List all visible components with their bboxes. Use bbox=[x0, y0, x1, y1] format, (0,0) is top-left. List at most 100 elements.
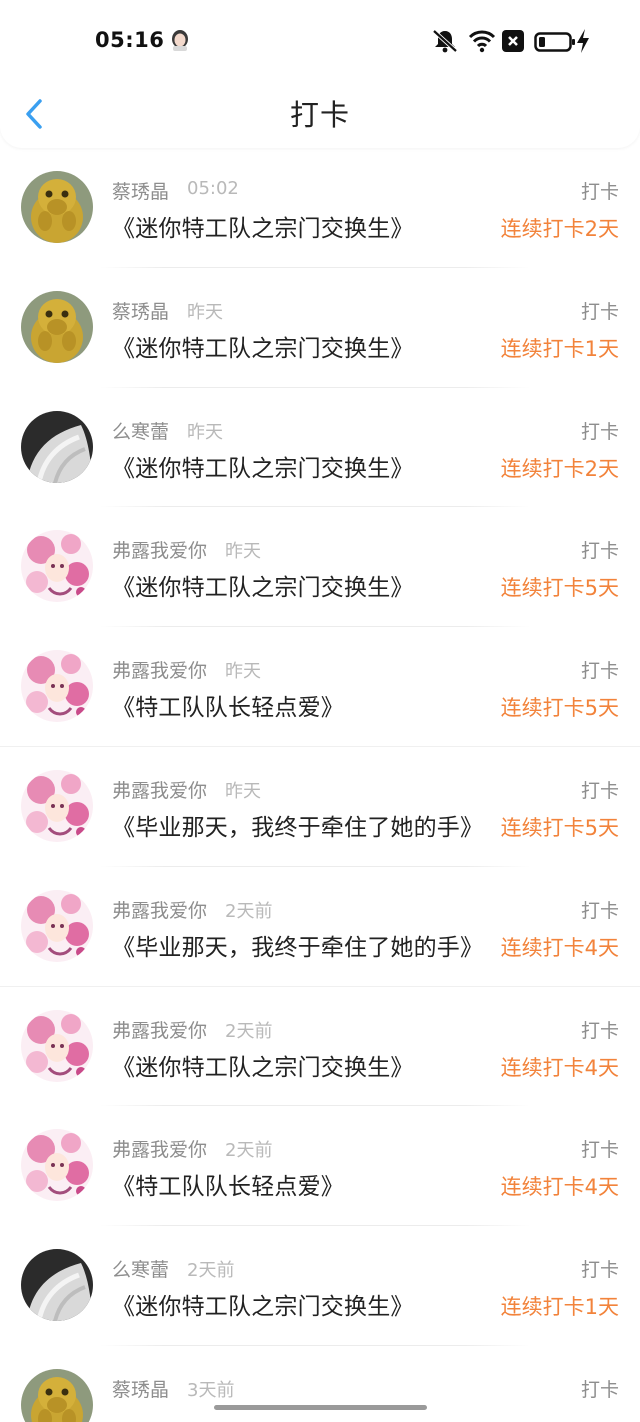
avatar[interactable] bbox=[21, 769, 93, 842]
action-label: 打卡 bbox=[580, 1139, 619, 1162]
book-title[interactable]: 《迷你特工队之宗门交换生》 bbox=[112, 568, 414, 602]
book-title[interactable]: 《特工队队长轻点爱》 bbox=[112, 688, 344, 722]
action-label: 打卡 bbox=[580, 1259, 619, 1282]
timestamp: 2天前 bbox=[225, 900, 273, 922]
avatar[interactable] bbox=[21, 1129, 93, 1202]
avatar[interactable] bbox=[21, 650, 93, 723]
checkin-row[interactable]: 蔡琇晶 05:02 《迷你特工队之宗门交换生》 打卡 连续打卡2天 bbox=[0, 148, 640, 268]
book-title[interactable]: 《迷你特工队之宗门交换生》 bbox=[112, 1287, 414, 1321]
action-label: 打卡 bbox=[580, 1019, 619, 1042]
status-time: 05:16 bbox=[95, 28, 165, 52]
username[interactable]: 弗露我爱你 bbox=[112, 656, 207, 683]
book-title[interactable]: 《迷你特工队之宗门交换生》 bbox=[112, 329, 414, 363]
checkin-row[interactable]: 么寒蕾 2天前 《迷你特工队之宗门交换生》 打卡 连续打卡1天 bbox=[0, 1226, 640, 1346]
avatar-image bbox=[21, 171, 93, 243]
timestamp: 2天前 bbox=[187, 1260, 235, 1282]
action-label: 打卡 bbox=[580, 181, 619, 203]
status-bar: 05:16 bbox=[0, 0, 640, 82]
streak-badge: 连续打卡4天 bbox=[500, 1055, 619, 1080]
timestamp: 昨天 bbox=[225, 541, 262, 563]
action-label: 打卡 bbox=[580, 300, 619, 323]
battery-icon bbox=[534, 32, 576, 56]
avatar-image bbox=[21, 889, 93, 962]
timestamp: 昨天 bbox=[187, 421, 224, 443]
charging-icon bbox=[576, 29, 590, 57]
page-title: 打卡 bbox=[289, 98, 350, 132]
book-title[interactable]: 《迷你特工队之宗门交换生》 bbox=[112, 209, 414, 243]
avatar[interactable] bbox=[21, 1249, 93, 1322]
wifi-icon bbox=[468, 28, 496, 58]
username[interactable]: 么寒蕾 bbox=[112, 417, 169, 444]
timestamp: 昨天 bbox=[225, 780, 262, 802]
username[interactable]: 蔡琇晶 bbox=[112, 1375, 169, 1402]
checkin-page: 05:16 打卡 蔡琇晶 05:02 《迷你特工队之宗门交换生》 打卡 连续打卡… bbox=[0, 0, 640, 1422]
streak-badge: 连续打卡4天 bbox=[500, 935, 619, 960]
streak-badge: 连续打卡4天 bbox=[500, 1175, 619, 1200]
timestamp: 2天前 bbox=[225, 1020, 273, 1042]
checkin-row[interactable]: 蔡琇晶 昨天 《迷你特工队之宗门交换生》 打卡 连续打卡1天 bbox=[0, 268, 640, 388]
avatar-image bbox=[21, 290, 93, 363]
action-label: 打卡 bbox=[580, 420, 619, 443]
timestamp: 3天前 bbox=[187, 1379, 235, 1401]
streak-badge: 连续打卡5天 bbox=[500, 696, 619, 721]
username[interactable]: 弗露我爱你 bbox=[112, 1135, 207, 1162]
checkin-row[interactable]: 弗露我爱你 昨天 《特工队队长轻点爱》 打卡 连续打卡5天 bbox=[0, 627, 640, 747]
home-indicator[interactable] bbox=[214, 1405, 427, 1410]
streak-badge: 连续打卡5天 bbox=[500, 815, 619, 840]
avatar[interactable] bbox=[21, 530, 93, 603]
checkin-list: 蔡琇晶 05:02 《迷你特工队之宗门交换生》 打卡 连续打卡2天 蔡琇晶 昨天… bbox=[0, 148, 640, 1422]
checkin-row[interactable]: 弗露我爱你 昨天 《迷你特工队之宗门交换生》 打卡 连续打卡5天 bbox=[0, 507, 640, 628]
checkin-row[interactable]: 弗露我爱你 2天前 《特工队队长轻点爱》 打卡 连续打卡4天 bbox=[0, 1106, 640, 1227]
book-title[interactable]: 《特工队队长轻点爱》 bbox=[112, 1167, 344, 1201]
username[interactable]: 弗露我爱你 bbox=[112, 536, 207, 563]
streak-badge: 连续打卡2天 bbox=[500, 456, 619, 481]
username[interactable]: 蔡琇晶 bbox=[112, 177, 169, 204]
username[interactable]: 么寒蕾 bbox=[112, 1255, 169, 1282]
action-label: 打卡 bbox=[580, 899, 619, 922]
avatar[interactable] bbox=[21, 1009, 93, 1082]
avatar[interactable] bbox=[21, 410, 93, 483]
username[interactable]: 弗露我爱你 bbox=[112, 1016, 207, 1043]
checkin-row[interactable]: 弗露我爱你 昨天 《毕业那天，我终于牵住了她的手》 打卡 连续打卡5天 bbox=[0, 747, 640, 867]
avatar-icon bbox=[170, 29, 190, 51]
book-title[interactable]: 《迷你特工队之宗门交换生》 bbox=[112, 1048, 414, 1082]
book-title[interactable]: 《毕业那天，我终于牵住了她的手》 bbox=[112, 808, 483, 842]
action-label: 打卡 bbox=[580, 1378, 619, 1401]
username[interactable]: 弗露我爱你 bbox=[112, 896, 207, 923]
checkin-row[interactable]: 么寒蕾 昨天 《迷你特工队之宗门交换生》 打卡 连续打卡2天 bbox=[0, 388, 640, 508]
action-label: 打卡 bbox=[580, 779, 619, 802]
action-label: 打卡 bbox=[580, 660, 619, 683]
avatar[interactable] bbox=[21, 290, 93, 363]
avatar-image bbox=[21, 769, 93, 842]
book-title[interactable]: 《毕业那天，我终于牵住了她的手》 bbox=[112, 928, 483, 962]
timestamp: 2天前 bbox=[225, 1140, 273, 1162]
streak-badge: 连续打卡2天 bbox=[500, 217, 619, 241]
streak-badge: 连续打卡1天 bbox=[500, 1295, 619, 1320]
close-box-icon bbox=[502, 30, 524, 56]
avatar-image bbox=[21, 530, 93, 603]
avatar[interactable] bbox=[21, 171, 93, 243]
streak-badge: 连续打卡5天 bbox=[500, 576, 619, 601]
avatar[interactable] bbox=[21, 1368, 93, 1422]
timestamp: 05:02 bbox=[187, 178, 239, 199]
book-title[interactable]: 《迷你特工队之宗门交换生》 bbox=[112, 449, 414, 483]
timestamp: 昨天 bbox=[187, 301, 224, 323]
checkin-row[interactable]: 蔡琇晶 3天前 打卡 bbox=[0, 1346, 640, 1422]
nav-bar: 打卡 bbox=[0, 82, 640, 144]
avatar-image bbox=[21, 1129, 93, 1202]
username[interactable]: 弗露我爱你 bbox=[112, 776, 207, 803]
streak-badge: 连续打卡1天 bbox=[500, 336, 619, 361]
avatar-image bbox=[21, 650, 93, 723]
avatar-image bbox=[21, 410, 93, 483]
username[interactable]: 蔡琇晶 bbox=[112, 297, 169, 324]
avatar[interactable] bbox=[21, 889, 93, 962]
checkin-row[interactable]: 弗露我爱你 2天前 《迷你特工队之宗门交换生》 打卡 连续打卡4天 bbox=[0, 987, 640, 1107]
checkin-row[interactable]: 弗露我爱你 2天前 《毕业那天，我终于牵住了她的手》 打卡 连续打卡4天 bbox=[0, 867, 640, 987]
action-label: 打卡 bbox=[580, 540, 619, 563]
avatar-image bbox=[21, 1249, 93, 1322]
bell-muted-icon bbox=[430, 28, 460, 58]
header: 05:16 打卡 bbox=[0, 0, 640, 148]
avatar-image bbox=[21, 1368, 93, 1422]
timestamp: 昨天 bbox=[225, 661, 262, 683]
avatar-image bbox=[21, 1009, 93, 1082]
